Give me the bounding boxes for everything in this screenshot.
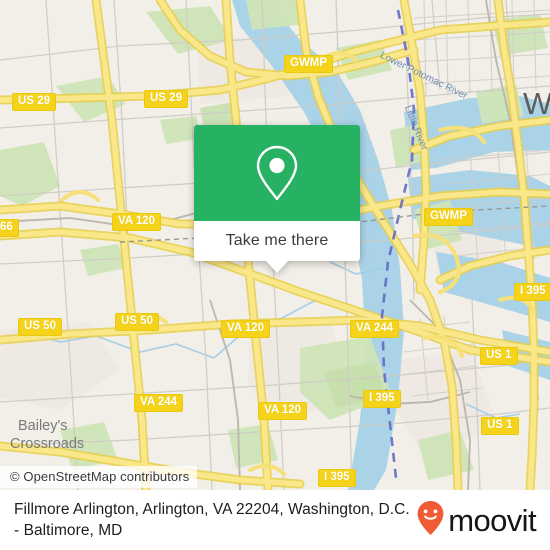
road-shield-us50: US 50	[115, 313, 159, 331]
popup-action[interactable]: Take me there	[194, 221, 360, 273]
location-title: Fillmore Arlington, Arlington, VA 22204,…	[14, 501, 410, 539]
map-pin-icon	[253, 143, 301, 203]
place-label-baileys: Bailey's	[18, 418, 68, 434]
moovit-wordmark: moovit	[448, 502, 536, 538]
map-viewport[interactable]: Lower Potomac River Little River Bailey'…	[0, 0, 550, 490]
road-shield-us50: US 50	[18, 318, 62, 336]
popup-tail	[266, 261, 288, 273]
take-me-there-label: Take me there	[225, 232, 329, 249]
road-shield-us29: US 29	[12, 93, 56, 111]
footer-bar: Fillmore Arlington, Arlington, VA 22204,…	[0, 490, 550, 550]
location-popup-card[interactable]: Take me there	[194, 125, 360, 273]
road-shield-va120: VA 120	[258, 402, 308, 420]
road-shield-va244: VA 244	[350, 320, 400, 338]
road-shield-va120: VA 120	[221, 320, 271, 338]
moovit-map-screenshot: Lower Potomac River Little River Bailey'…	[0, 0, 550, 550]
road-shield-va244: VA 244	[134, 394, 184, 412]
popup-header	[194, 125, 360, 221]
place-label-crossroads: Crossroads	[10, 436, 85, 452]
road-shield-i395: I 395	[363, 390, 401, 408]
road-shield-va120: VA 120	[112, 213, 162, 231]
moovit-pin-smiley-icon	[416, 500, 445, 541]
road-shield-us29: US 29	[144, 90, 188, 108]
place-label-washington: Wa	[523, 86, 550, 121]
road-shield-us1: US 1	[481, 417, 519, 435]
road-shield-gwmp: GWMP	[424, 208, 474, 226]
road-shield-gwmp: GWMP	[284, 55, 334, 73]
road-shield-i395: I 395	[318, 469, 356, 487]
osm-attribution[interactable]: © OpenStreetMap contributors	[0, 466, 198, 488]
moovit-logo[interactable]: moovit	[416, 500, 537, 541]
road-shield-us1: US 1	[480, 347, 518, 365]
road-shield-i395: I 395	[514, 283, 550, 301]
road-shield-i66: 66	[0, 219, 19, 237]
